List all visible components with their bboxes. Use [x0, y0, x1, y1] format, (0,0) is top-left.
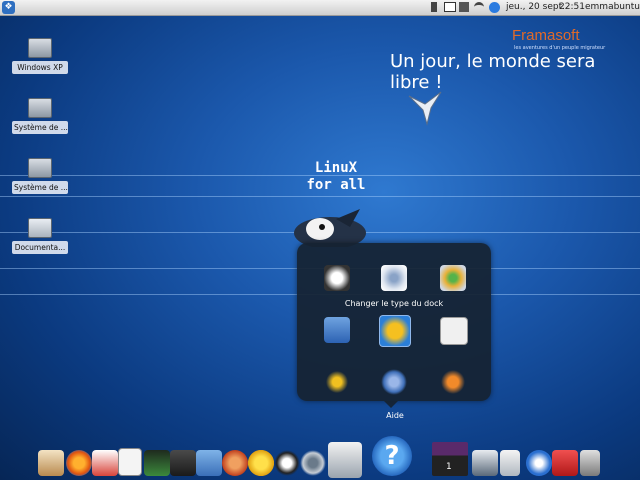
wallpaper-band	[0, 196, 640, 197]
desktop-icon-documentation[interactable]: Documenta...	[12, 218, 68, 254]
info-icon[interactable]	[489, 2, 500, 13]
folder-icon	[28, 218, 52, 238]
hard-drive-icon	[28, 98, 52, 118]
top-panel: ❖ jeu., 20 sept. 22:51 emmabuntus	[0, 0, 640, 16]
mascot-bird-icon	[294, 209, 366, 247]
desktop: Framasoft les aventures d'un peuple migr…	[0, 0, 640, 480]
wallpaper-slogan: Un jour, le monde sera libre !	[390, 51, 596, 93]
home-icon[interactable]	[38, 450, 64, 476]
desktop-icon-label: Système de ...	[12, 121, 68, 134]
desktop-icon-systeme-1[interactable]: Système de ...	[12, 98, 68, 134]
trash-icon[interactable]	[580, 450, 600, 476]
swallow-bird-icon	[408, 91, 442, 126]
desktop-icon-systeme-2[interactable]: Système de ...	[12, 158, 68, 194]
ubuntu-orange-icon[interactable]	[440, 369, 466, 395]
desktop-icon-windows-xp[interactable]: Windows XP	[12, 38, 68, 74]
settings-icon[interactable]	[300, 450, 326, 476]
power-icon[interactable]	[552, 450, 578, 476]
workspace-number: 1	[446, 462, 452, 472]
tux-icon[interactable]	[274, 450, 300, 476]
yellow-launcher-icon[interactable]	[379, 315, 411, 347]
desktop-icon-label: Windows XP	[12, 61, 68, 74]
clock-time[interactable]: 22:51	[559, 1, 585, 14]
hard-drive-icon	[28, 158, 52, 178]
workspace-switcher-icon[interactable]: 1	[432, 442, 468, 476]
text-editor-icon[interactable]	[324, 317, 350, 343]
media-player-icon[interactable]	[222, 450, 248, 476]
files-icon[interactable]	[500, 450, 520, 476]
linux-line-2: for all	[306, 177, 366, 193]
help-icon[interactable]: ?	[372, 436, 412, 476]
star-icon[interactable]	[248, 450, 274, 476]
screen-icon[interactable]	[472, 450, 498, 476]
hard-drive-icon	[28, 38, 52, 58]
xfce-icon[interactable]	[526, 450, 552, 476]
applications-menu-button[interactable]: ❖	[2, 1, 15, 14]
wifi-icon[interactable]	[474, 2, 484, 9]
volume-icon[interactable]	[459, 2, 469, 12]
video-icon[interactable]	[170, 450, 196, 476]
document-icon[interactable]	[118, 448, 142, 476]
phone-icon[interactable]	[431, 2, 437, 12]
linux-line-1: LinuX	[314, 160, 358, 176]
accessibility-icon[interactable]	[440, 317, 468, 345]
popup-title: Changer le type du dock	[344, 299, 444, 308]
dock-type-popup: Changer le type du dock	[297, 243, 491, 408]
user-name[interactable]: emmabuntus	[585, 1, 640, 14]
ubuntu-mouse-icon[interactable]	[381, 369, 407, 395]
color-wheel-icon[interactable]	[440, 265, 466, 291]
photo-icon[interactable]	[196, 450, 222, 476]
firefox-icon[interactable]	[66, 450, 92, 476]
desktop-icon-label: Système de ...	[12, 181, 68, 194]
mail-icon[interactable]	[444, 2, 456, 12]
gear-wheel-icon[interactable]	[381, 265, 407, 291]
dock-tooltip: Aide	[386, 411, 404, 420]
mixer-icon[interactable]	[144, 450, 170, 476]
linux-for-all-text: LinuX for all	[306, 160, 366, 194]
mail-client-icon[interactable]	[92, 450, 118, 476]
clock-date[interactable]: jeu., 20 sept.	[506, 1, 565, 14]
xfce-small-icon[interactable]	[324, 369, 350, 395]
tux-dock-icon[interactable]	[324, 265, 350, 291]
dock: ? 1	[30, 434, 610, 480]
home-house-icon[interactable]	[328, 442, 362, 478]
desktop-icon-label: Documenta...	[12, 241, 68, 254]
framasoft-logo-text: Framasoft	[512, 27, 580, 44]
